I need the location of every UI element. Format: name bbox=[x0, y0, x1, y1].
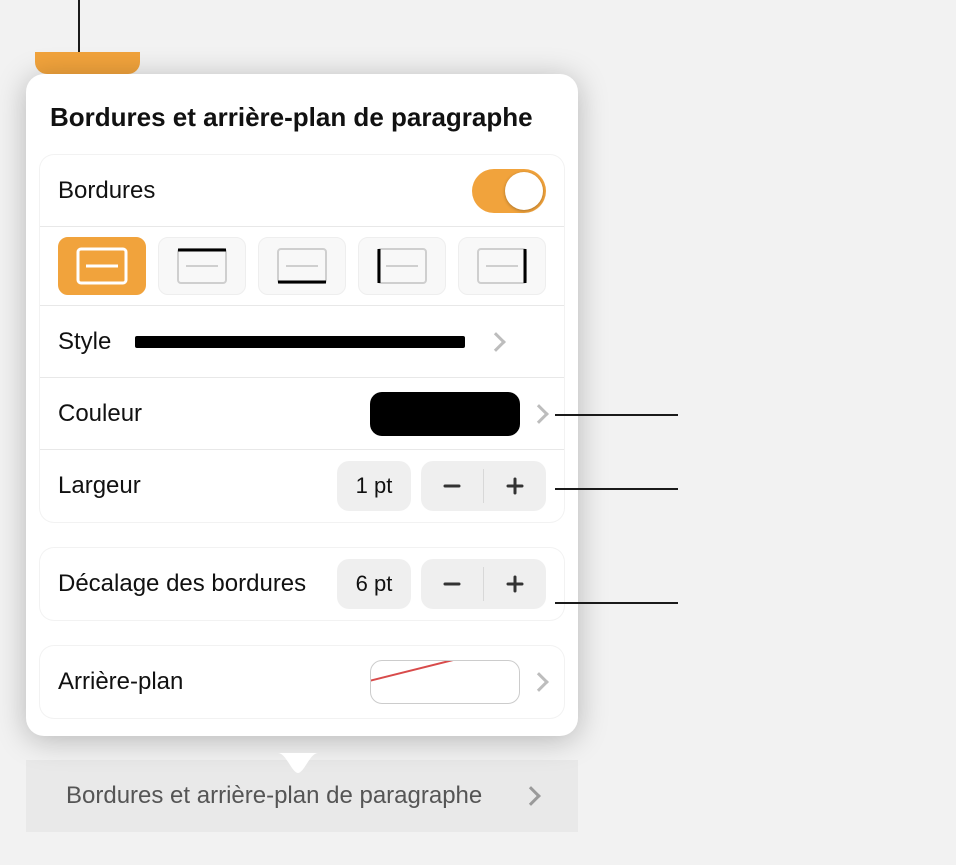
chevron-right-icon bbox=[529, 404, 549, 424]
borders-toggle[interactable] bbox=[472, 169, 546, 213]
width-stepper bbox=[421, 461, 546, 511]
border-position-all[interactable] bbox=[58, 237, 146, 295]
plus-icon bbox=[504, 475, 526, 497]
switch-knob bbox=[505, 172, 543, 210]
callout-line-color bbox=[555, 414, 678, 416]
chevron-right-icon bbox=[529, 672, 549, 692]
background-label: Arrière-plan bbox=[58, 668, 370, 696]
color-row[interactable]: Couleur bbox=[40, 378, 564, 450]
background-swatch-none[interactable] bbox=[370, 660, 520, 704]
background-row[interactable]: Arrière-plan bbox=[40, 646, 564, 718]
background-section: Arrière-plan bbox=[40, 646, 564, 718]
width-label: Largeur bbox=[58, 472, 337, 500]
border-position-group bbox=[58, 237, 546, 295]
minus-icon bbox=[441, 573, 463, 595]
offset-decrement[interactable] bbox=[421, 559, 483, 609]
width-row: Largeur 1 pt bbox=[40, 450, 564, 522]
width-value: 1 pt bbox=[337, 461, 411, 511]
border-top-icon bbox=[176, 247, 228, 285]
border-left-icon bbox=[476, 247, 528, 285]
color-swatch[interactable] bbox=[370, 392, 520, 436]
border-position-bottom[interactable] bbox=[358, 237, 446, 295]
borders-toggle-row: Bordures bbox=[40, 155, 564, 227]
callout-line-width bbox=[555, 488, 678, 490]
chevron-right-icon bbox=[521, 786, 541, 806]
width-increment[interactable] bbox=[484, 461, 546, 511]
offset-increment[interactable] bbox=[484, 559, 546, 609]
offset-value: 6 pt bbox=[337, 559, 411, 609]
border-position-top[interactable] bbox=[158, 237, 246, 295]
plus-icon bbox=[504, 573, 526, 595]
popover-arrow-icon bbox=[278, 753, 318, 775]
offset-stepper bbox=[421, 559, 546, 609]
borders-section: Bordures bbox=[40, 155, 564, 522]
border-position-row bbox=[40, 227, 564, 306]
callout-line-offset bbox=[555, 602, 678, 604]
callout-line-top bbox=[78, 0, 80, 52]
width-decrement[interactable] bbox=[421, 461, 483, 511]
borders-label: Bordures bbox=[58, 177, 472, 205]
toolbar-tab-highlight bbox=[35, 52, 140, 74]
style-row[interactable]: Style bbox=[40, 306, 564, 378]
borders-popover: Bordures et arrière-plan de paragraphe B… bbox=[26, 74, 578, 736]
style-preview bbox=[135, 336, 465, 348]
chevron-right-icon bbox=[486, 332, 506, 352]
popover-title: Bordures et arrière-plan de paragraphe bbox=[26, 74, 578, 155]
border-position-left[interactable] bbox=[458, 237, 546, 295]
border-position-right[interactable] bbox=[258, 237, 346, 295]
minus-icon bbox=[441, 475, 463, 497]
border-right-icon bbox=[276, 247, 328, 285]
offset-label: Décalage des bordures bbox=[58, 560, 337, 607]
color-label: Couleur bbox=[58, 400, 370, 428]
style-label: Style bbox=[58, 328, 111, 356]
offset-section: Décalage des bordures 6 pt bbox=[40, 548, 564, 620]
source-menu-label: Bordures et arrière-plan de paragraphe bbox=[66, 782, 512, 810]
offset-row: Décalage des bordures 6 pt bbox=[40, 548, 564, 620]
border-all-icon bbox=[76, 247, 128, 285]
border-bottom-icon bbox=[376, 247, 428, 285]
